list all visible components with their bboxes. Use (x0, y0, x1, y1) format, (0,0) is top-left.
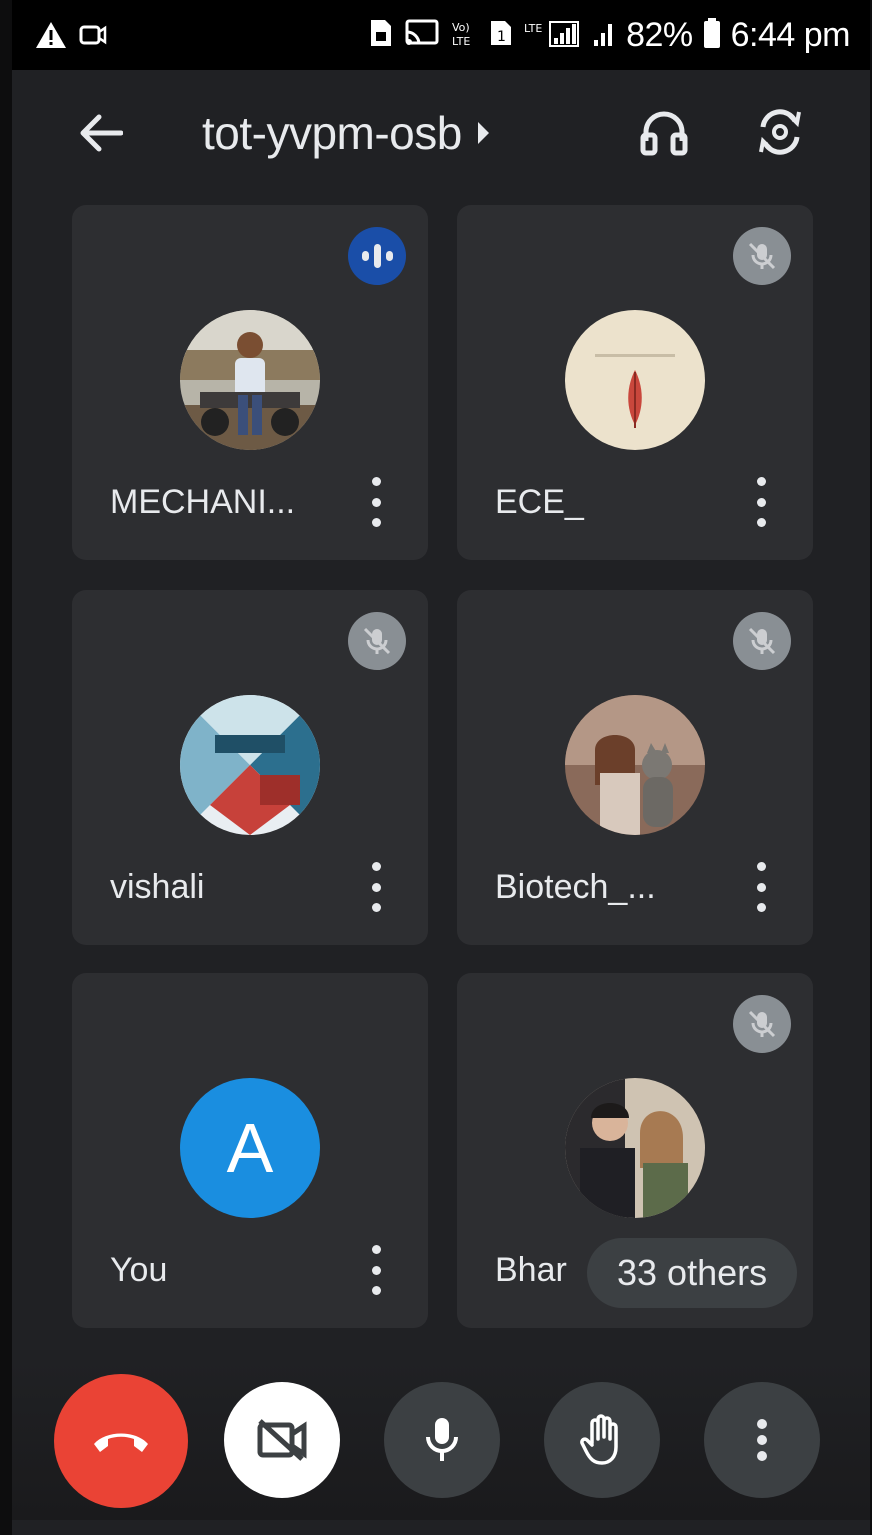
participant-avatar (565, 1078, 705, 1218)
switch-camera-icon (759, 109, 801, 155)
more-vert-icon (371, 1245, 381, 1254)
end-call-icon (94, 1433, 148, 1452)
participant-name: ECE_ (495, 483, 584, 521)
volte-icon: Vo) LTE (450, 18, 478, 53)
participant-tile[interactable]: MECHANI... (72, 205, 428, 560)
audio-output-button[interactable] (634, 102, 694, 162)
lte-signal-icon: LTE (524, 18, 582, 53)
mic-off-icon (733, 612, 791, 670)
end-call-button[interactable] (54, 1374, 188, 1508)
participant-name: MECHANI... (110, 483, 296, 521)
speaking-icon (348, 227, 406, 285)
microphone-toggle-button[interactable] (384, 1382, 500, 1498)
camera-toggle-button[interactable] (224, 1382, 340, 1498)
self-tile[interactable]: A You (72, 973, 428, 1328)
clock: 6:44 pm (730, 16, 851, 54)
participant-avatar (565, 695, 705, 835)
participant-avatar (180, 310, 320, 450)
more-vert-icon (371, 862, 381, 871)
svg-text:LTE: LTE (524, 22, 542, 35)
svg-text:Vo): Vo) (452, 21, 470, 34)
mic-off-icon (348, 612, 406, 670)
status-bar: Vo) LTE 1 LTE 82% 6:44 pm (12, 0, 870, 70)
participant-name: Biotech_... (495, 868, 656, 906)
call-header: tot-yvpm-osb (12, 80, 870, 190)
participant-name: Bhar (495, 1251, 567, 1289)
raise-hand-icon (580, 1414, 618, 1465)
cast-icon (404, 18, 440, 53)
call-controls (12, 1360, 870, 1520)
battery-icon (703, 17, 721, 54)
meet-screen: Vo) LTE 1 LTE 82% 6:44 pm tot-yvpm-osb M… (12, 0, 870, 1535)
participant-tile[interactable]: vishali (72, 590, 428, 945)
headphones-icon (640, 111, 688, 156)
svg-text:1: 1 (497, 29, 506, 45)
participant-more-button[interactable] (366, 477, 386, 527)
back-arrow-icon (80, 114, 123, 152)
more-vert-icon (756, 862, 766, 871)
mic-icon (426, 1418, 458, 1461)
more-vert-icon (371, 477, 381, 486)
participant-more-button[interactable] (751, 477, 771, 527)
svg-text:LTE: LTE (452, 35, 470, 48)
mic-off-icon (733, 995, 791, 1053)
self-avatar: A (180, 1078, 320, 1218)
participant-more-button[interactable] (366, 1245, 386, 1295)
meeting-code: tot-yvpm-osb (202, 107, 462, 159)
mic-off-icon (733, 227, 791, 285)
more-options-button[interactable] (704, 1382, 820, 1498)
participant-tile[interactable]: ECE_ (457, 205, 813, 560)
participant-avatar (180, 695, 320, 835)
participant-name: You (110, 1251, 168, 1289)
participant-name: vishali (110, 868, 205, 906)
others-count-chip[interactable]: 33 others (587, 1238, 798, 1308)
participant-more-button[interactable] (751, 862, 771, 912)
back-button[interactable] (72, 105, 128, 161)
switch-camera-button[interactable] (750, 102, 810, 162)
participant-tile[interactable]: Biotech_... (457, 590, 813, 945)
video-off-icon (257, 1419, 307, 1461)
participant-tile[interactable]: Bhar 33 others (457, 973, 813, 1328)
participant-avatar (565, 310, 705, 450)
sim-icon (368, 18, 394, 53)
caret-right-icon (477, 122, 489, 144)
sim-1-icon: 1 (488, 18, 514, 53)
participant-more-button[interactable] (366, 862, 386, 912)
signal-icon (592, 18, 616, 53)
meeting-info-button[interactable]: tot-yvpm-osb (202, 106, 489, 160)
more-vert-icon (756, 477, 766, 486)
warning-icon (34, 20, 68, 55)
raise-hand-button[interactable] (544, 1382, 660, 1498)
camera-indicator-icon (78, 21, 108, 54)
more-vert-icon (757, 1419, 767, 1461)
battery-percent: 82% (626, 16, 693, 54)
